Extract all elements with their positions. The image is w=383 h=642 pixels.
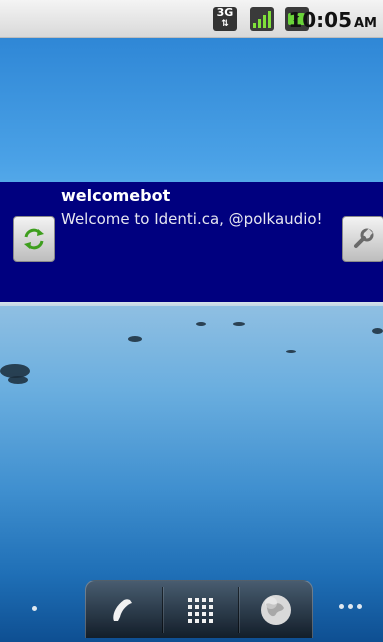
page-indicator-right[interactable] <box>339 604 362 609</box>
widget-message: Welcome to Identi.ca, @polkaudio! <box>61 210 323 228</box>
wallpaper-rock <box>372 328 383 334</box>
phone-button[interactable] <box>88 585 158 635</box>
network-type: 3G <box>216 6 234 19</box>
wallpaper-rock <box>286 350 296 353</box>
page-indicator-left[interactable] <box>32 606 37 611</box>
refresh-button[interactable] <box>13 216 55 262</box>
wallpaper-rock <box>233 322 245 326</box>
home-screen: 3G ⇅ ⚡ 10:05 AM welcomebot Welcome to Ide… <box>0 0 383 642</box>
wrench-icon <box>354 228 374 248</box>
app-grid-icon <box>188 598 213 623</box>
wallpaper-rock <box>128 336 142 342</box>
wallpaper-rock <box>196 322 206 326</box>
refresh-icon <box>24 228 44 250</box>
data-arrows-icon: ⇅ <box>221 19 229 29</box>
browser-button[interactable] <box>241 585 311 635</box>
status-bar: 3G ⇅ ⚡ 10:05 AM <box>0 0 383 38</box>
launcher-dock <box>85 580 313 638</box>
phone-icon <box>113 599 132 621</box>
status-clock: 10:05 AM <box>288 8 377 32</box>
network-3g-icon: 3G ⇅ <box>213 7 237 31</box>
identica-widget[interactable] <box>0 182 383 302</box>
widget-username: welcomebot <box>61 186 171 205</box>
clock-time: 10:05 <box>288 8 352 32</box>
settings-button[interactable] <box>342 216 383 262</box>
wallpaper-rock <box>8 376 28 384</box>
clock-ampm: AM <box>354 16 377 31</box>
globe-icon <box>261 595 291 625</box>
signal-strength-icon <box>250 7 274 31</box>
app-drawer-button[interactable] <box>165 585 235 635</box>
